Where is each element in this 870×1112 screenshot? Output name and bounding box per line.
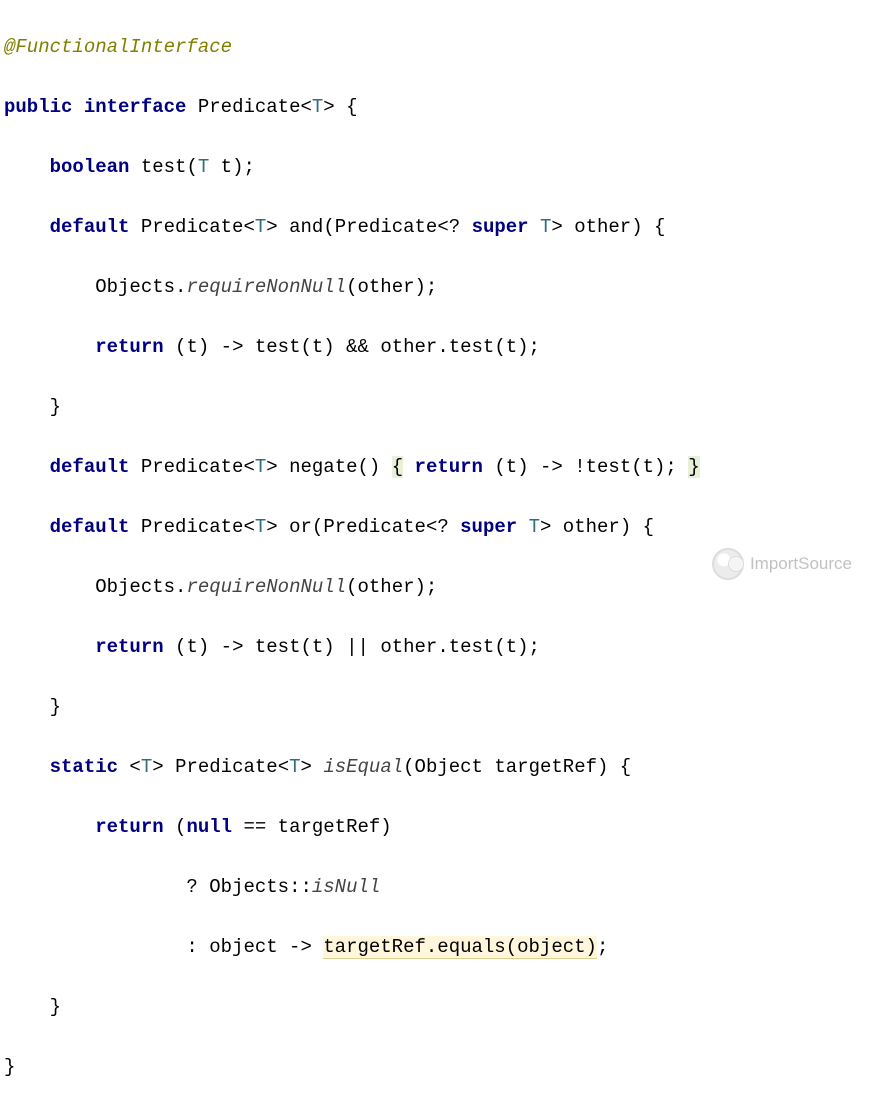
param-name: targetRef (494, 756, 597, 778)
keyword-default: default (50, 456, 130, 478)
type-param: T (198, 156, 209, 178)
keyword-return: return (95, 636, 163, 658)
keyword-static: static (50, 756, 118, 778)
code-line-17: } (4, 992, 866, 1022)
wildcard: ? (449, 216, 460, 238)
wechat-icon (712, 548, 744, 580)
var: t (506, 456, 517, 478)
var: targetRef (278, 816, 381, 838)
type-param: T (289, 756, 300, 778)
watermark-text: ImportSource (750, 549, 852, 579)
operator: && (346, 336, 369, 358)
type-param: T (312, 96, 323, 118)
brace-highlight: { (392, 456, 403, 478)
wildcard: ? (437, 516, 448, 538)
var: t (186, 636, 197, 658)
method-call: test (255, 336, 301, 358)
code-line-13: static <T> Predicate<T> isEqual(Object t… (4, 752, 866, 782)
operator: || (346, 636, 369, 658)
code-line-3: boolean test(T t); (4, 152, 866, 182)
keyword-default: default (50, 216, 130, 238)
type-param: T (255, 516, 266, 538)
method-call: test (586, 456, 632, 478)
keyword-return: return (95, 816, 163, 838)
type-name: Predicate (175, 756, 278, 778)
method-name: test (141, 156, 187, 178)
code-line-14: return (null == targetRef) (4, 812, 866, 842)
type-name: Predicate (323, 516, 426, 538)
keyword-interface: interface (84, 96, 187, 118)
class-name: Predicate (198, 96, 301, 118)
method-name: negate (289, 456, 357, 478)
keyword-return: return (95, 336, 163, 358)
brace-highlight: } (688, 456, 699, 478)
type-param: T (255, 216, 266, 238)
type-name: Predicate (141, 516, 244, 538)
code-line-4: default Predicate<T> and(Predicate<? sup… (4, 212, 866, 242)
keyword-null: null (186, 816, 232, 838)
type-name: Predicate (141, 456, 244, 478)
code-line-18: } (4, 1052, 866, 1082)
code-line-15: ? Objects::isNull (4, 872, 866, 902)
var: object (209, 936, 277, 958)
code-line-12: } (4, 692, 866, 722)
type-param: T (141, 756, 152, 778)
code-line-11: return (t) -> test(t) || other.test(t); (4, 632, 866, 662)
method-call: test (255, 636, 301, 658)
code-line-1: @FunctionalInterface (4, 32, 866, 62)
class-ref: Objects (95, 276, 175, 298)
code-line-6: return (t) -> test(t) && other.test(t); (4, 332, 866, 362)
arg: other (358, 276, 415, 298)
var: other (380, 336, 437, 358)
type-name: Predicate (141, 216, 244, 238)
method-name: or (289, 516, 312, 538)
method-name: isEqual (323, 756, 403, 778)
watermark: ImportSource (712, 548, 852, 580)
var: t (186, 336, 197, 358)
code-line-2: public interface Predicate<T> { (4, 92, 866, 122)
code-line-8: default Predicate<T> negate() { return (… (4, 452, 866, 482)
method-ref: isNull (312, 876, 380, 898)
keyword-public: public (4, 96, 72, 118)
keyword-return: return (415, 456, 483, 478)
type-name: Object (415, 756, 483, 778)
var: other (380, 636, 437, 658)
var: t (506, 336, 517, 358)
param-name: other (563, 516, 620, 538)
type-name: Predicate (335, 216, 438, 238)
method-call: requireNonNull (186, 576, 346, 598)
lambda-highlight: targetRef.equals(object) (323, 936, 597, 959)
param-name: t (221, 156, 232, 178)
arg: other (358, 576, 415, 598)
keyword-default: default (50, 516, 130, 538)
keyword-super: super (460, 516, 517, 538)
param-name: other (574, 216, 631, 238)
var: t (643, 456, 654, 478)
method-call: requireNonNull (186, 276, 346, 298)
class-ref: Objects (95, 576, 175, 598)
code-line-16: : object -> targetRef.equals(object); (4, 932, 866, 962)
code-line-5: Objects.requireNonNull(other); (4, 272, 866, 302)
type-param: T (255, 456, 266, 478)
method-name: and (289, 216, 323, 238)
type-param: T (529, 516, 540, 538)
keyword-super: super (472, 216, 529, 238)
code-line-7: } (4, 392, 866, 422)
type-param: T (540, 216, 551, 238)
code-line-9: default Predicate<T> or(Predicate<? supe… (4, 512, 866, 542)
var: t (506, 636, 517, 658)
annotation: @FunctionalInterface (4, 36, 232, 58)
class-ref: Objects (209, 876, 289, 898)
keyword-boolean: boolean (50, 156, 130, 178)
